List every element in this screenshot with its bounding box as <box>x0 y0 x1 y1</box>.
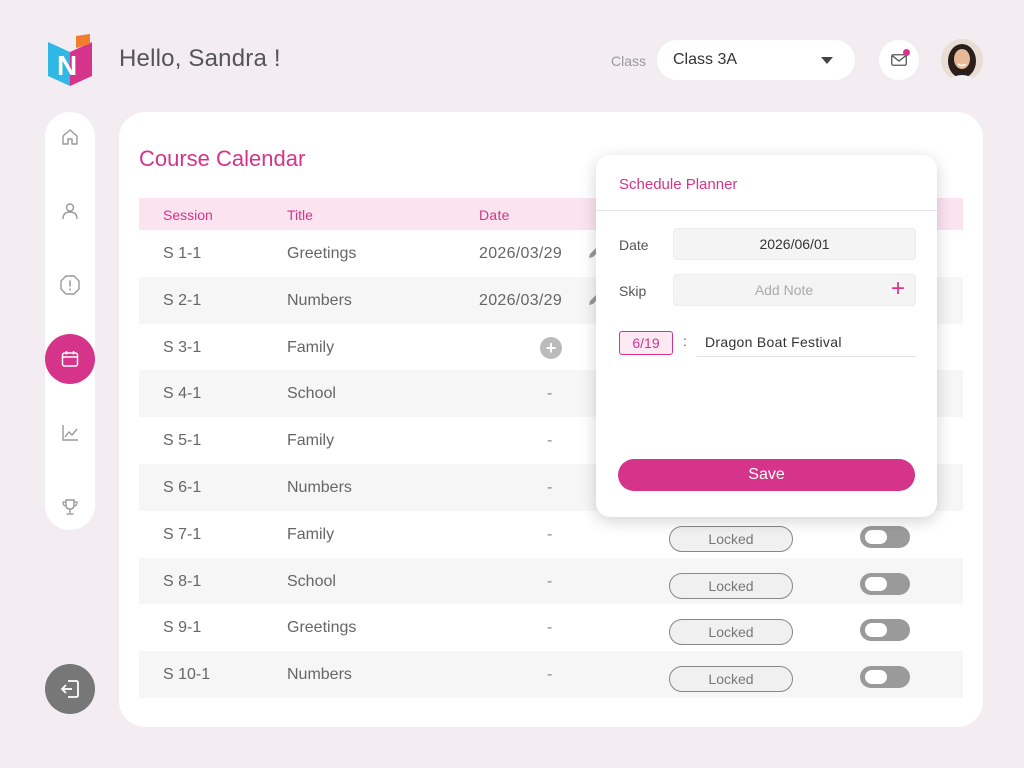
home-icon <box>62 129 78 145</box>
app-logo: N <box>46 34 94 88</box>
row-title: School <box>287 572 336 590</box>
sidebar-item-calendar[interactable] <box>45 334 95 384</box>
add-date-button[interactable]: + <box>540 336 562 359</box>
status-badge: Locked <box>669 619 793 646</box>
sidebar-item-alerts[interactable] <box>45 260 95 310</box>
row-date: - <box>547 525 553 543</box>
row-date: - <box>547 572 553 590</box>
column-header-date: Date <box>479 207 510 223</box>
row-title: Family <box>287 525 335 543</box>
table-row[interactable]: S 10-1 Numbers - Locked <box>139 651 963 698</box>
session-toggle[interactable] <box>860 619 910 642</box>
user-icon <box>62 203 78 220</box>
schedule-planner-popup: Schedule Planner Date 2026/06/01 Skip + … <box>596 155 937 517</box>
date-field[interactable]: 2026/06/01 <box>673 228 916 260</box>
calendar-icon <box>61 351 79 367</box>
row-session: S 9-1 <box>163 619 202 637</box>
row-title: Family <box>287 338 335 356</box>
alert-icon <box>60 275 80 295</box>
row-title: Numbers <box>287 478 352 496</box>
chevron-down-icon <box>821 57 833 64</box>
row-session: S 8-1 <box>163 572 202 590</box>
plus-icon[interactable]: + <box>891 275 905 303</box>
row-title: Greetings <box>287 619 357 637</box>
notification-dot <box>903 49 910 56</box>
row-session: S 2-1 <box>163 291 202 309</box>
table-row[interactable]: S 8-1 School - Locked <box>139 557 963 605</box>
column-header-session: Session <box>163 207 213 223</box>
date-label: Date <box>619 237 649 253</box>
chart-icon <box>62 425 78 441</box>
row-date: - <box>547 478 553 496</box>
sidebar <box>45 112 95 530</box>
logout-icon <box>60 680 79 698</box>
add-note-input[interactable] <box>674 275 894 305</box>
svg-text:N: N <box>57 50 77 81</box>
row-session: S 10-1 <box>163 666 211 684</box>
skip-separator: : <box>683 333 687 349</box>
row-date: 2026/03/29 <box>479 291 563 309</box>
session-toggle[interactable] <box>860 572 910 595</box>
table-row[interactable]: S 9-1 Greetings - Locked <box>139 604 963 651</box>
row-title: School <box>287 385 336 403</box>
status-badge: Locked <box>669 666 793 693</box>
row-title: Numbers <box>287 666 352 684</box>
popup-divider <box>596 210 937 211</box>
sidebar-item-home[interactable] <box>45 112 95 162</box>
sidebar-item-profile[interactable] <box>45 186 95 236</box>
column-header-title: Title <box>287 207 313 223</box>
class-select[interactable]: Class 3A <box>657 40 855 80</box>
sidebar-item-stats[interactable] <box>45 408 95 458</box>
row-date: - <box>547 619 553 637</box>
skip-date-tag[interactable]: 6/19 <box>619 331 673 355</box>
row-date: - <box>547 432 553 450</box>
row-session: S 6-1 <box>163 478 202 496</box>
sidebar-item-rewards[interactable] <box>45 482 95 532</box>
row-session: S 1-1 <box>163 245 202 262</box>
page-title: Course Calendar <box>139 146 306 171</box>
row-date: 2026/03/29 <box>479 245 563 262</box>
trophy-icon <box>62 499 78 515</box>
row-session: S 4-1 <box>163 385 202 403</box>
table-row[interactable]: S 7-1 Family - Locked <box>139 511 963 558</box>
row-title: Family <box>287 432 335 450</box>
skip-note-field: + <box>673 274 916 306</box>
mail-button[interactable] <box>879 40 919 80</box>
row-session: S 5-1 <box>163 432 202 450</box>
skip-label: Skip <box>619 283 647 299</box>
user-avatar[interactable] <box>941 39 983 81</box>
logout-button[interactable] <box>45 664 95 714</box>
greeting-text: Hello, Sandra ! <box>119 45 281 72</box>
status-badge: Locked <box>669 525 793 552</box>
skip-holiday-name: Dragon Boat Festival <box>697 331 916 357</box>
class-select-value: Class 3A <box>673 51 738 68</box>
row-session: S 3-1 <box>163 338 202 356</box>
popup-title: Schedule Planner <box>619 176 738 193</box>
row-title: Numbers <box>287 291 352 309</box>
class-label: Class <box>611 53 647 69</box>
row-title: Greetings <box>287 245 357 262</box>
row-date: - <box>547 666 553 684</box>
session-toggle[interactable] <box>860 666 910 689</box>
save-button[interactable]: Save <box>618 459 915 491</box>
row-session: S 7-1 <box>163 525 202 543</box>
status-badge: Locked <box>669 572 793 599</box>
row-date: - <box>547 385 553 403</box>
session-toggle[interactable] <box>860 525 910 548</box>
